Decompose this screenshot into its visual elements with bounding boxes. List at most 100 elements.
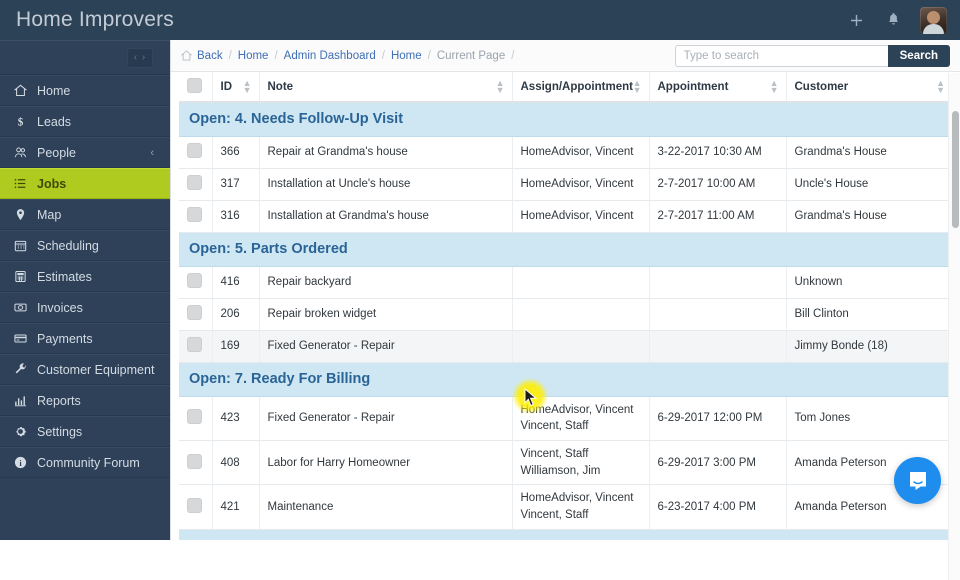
column-header-id[interactable]: ID ▲ ▼	[211, 72, 259, 103]
sidebar-item-estimates[interactable]: Estimates	[0, 261, 170, 292]
table-row[interactable]: 169 Fixed Generator - Repair Jimmy Bonde (…	[179, 330, 952, 363]
breadcrumb-separator: /	[228, 49, 232, 62]
sidebar-item-leads[interactable]: $ Leads	[0, 106, 170, 137]
cell-cust: Uncle's House	[785, 168, 952, 201]
cell-note: Repair at Grandma's house	[258, 136, 512, 169]
cell-id: 317	[211, 168, 259, 201]
group-header-row[interactable]	[179, 528, 952, 540]
cell-appt: 2-7-2017 11:00 AM	[648, 200, 786, 233]
row-checkbox[interactable]	[187, 497, 202, 513]
sidebar-item-label: Customer Equipment	[37, 362, 155, 377]
sidebar-item-label: Scheduling	[37, 238, 99, 253]
list-icon	[12, 177, 29, 190]
breadcrumb-item-back[interactable]: Back	[197, 50, 223, 62]
row-checkbox[interactable]	[187, 305, 202, 320]
bell-icon[interactable]	[883, 10, 903, 30]
main-content: Back / Home / Admin Dashboard / Home / Current P…	[170, 40, 960, 580]
sidebar-item-label: Estimates	[37, 269, 92, 284]
sidebar-item-payments[interactable]: Payments	[0, 323, 170, 354]
wrench-icon	[12, 363, 29, 376]
cell-assign: HomeAdvisor, Vincent Vincent, Staff	[511, 484, 649, 530]
sort-icon[interactable]: ▲ ▼	[936, 78, 945, 94]
sidebar-item-label: Community Forum	[37, 455, 140, 470]
sidebar-item-invoices[interactable]: Invoices	[0, 292, 170, 323]
sidebar-item-community-forum[interactable]: i Community Forum	[0, 447, 170, 478]
table-row[interactable]: 421 Maintenance HomeAdvisor, Vincent Vincen…	[179, 484, 952, 530]
column-header-note[interactable]: Note ▲ ▼	[258, 72, 512, 103]
sidebar-item-reports[interactable]: Reports	[0, 385, 170, 416]
table-row[interactable]: 366 Repair at Grandma's house HomeAdvisor,…	[179, 136, 952, 169]
row-checkbox[interactable]	[187, 409, 202, 425]
dollar-icon: $	[12, 115, 29, 128]
scrollbar-thumb[interactable]	[952, 111, 959, 228]
app-brand-title: Home Improvers	[16, 8, 175, 31]
table-row[interactable]: 408 Labor for Harry Homeowner Vincent, Sta…	[179, 440, 952, 486]
sidebar-item-settings[interactable]: Settings	[0, 416, 170, 447]
breadcrumb-separator: /	[274, 49, 278, 62]
plus-icon[interactable]	[846, 10, 866, 30]
cell-assign: HomeAdvisor, Vincent	[511, 136, 649, 169]
column-header-cust[interactable]: Customer ▲ ▼	[785, 72, 952, 103]
row-checkbox[interactable]	[187, 453, 202, 469]
sidebar-item-jobs[interactable]: Jobs	[0, 168, 170, 199]
row-checkbox[interactable]	[187, 143, 202, 158]
table-row[interactable]: 317 Installation at Uncle's house HomeAdvi…	[179, 168, 952, 201]
home-icon	[12, 84, 29, 97]
sidebar-item-label: Leads	[37, 114, 72, 129]
cell-note: Fixed Generator - Repair	[258, 330, 512, 363]
cell-id: 206	[211, 298, 259, 331]
sidebar-item-label: Jobs	[37, 176, 67, 191]
column-header-check	[179, 72, 212, 103]
group-header-row[interactable]: Open: 7. Ready For Billing	[179, 361, 952, 397]
cell-id: 421	[211, 484, 259, 530]
breadcrumb-item-home[interactable]: Home	[238, 50, 269, 62]
sidebar-item-label: Invoices	[37, 300, 83, 315]
topbar-actions	[846, 6, 960, 34]
chevron-left-icon[interactable]: ‹	[150, 147, 154, 159]
sidebar-collapse-button[interactable]: ‹ ›	[127, 47, 153, 68]
sort-icon[interactable]: ▲ ▼	[633, 78, 642, 94]
sidebar-item-scheduling[interactable]: Scheduling	[0, 230, 170, 261]
avatar[interactable]	[920, 6, 947, 34]
cell-assign	[511, 266, 649, 299]
row-checkbox[interactable]	[187, 207, 202, 222]
table-row[interactable]: 316 Installation at Grandma's house HomeAd…	[179, 200, 952, 233]
breadcrumb-item-current-page: Current Page	[436, 49, 506, 62]
cell-appt	[648, 266, 786, 299]
row-checkbox-cell	[179, 168, 212, 201]
group-header-row[interactable]: Open: 5. Parts Ordered	[179, 231, 952, 267]
search-input[interactable]	[674, 44, 888, 67]
cell-assign	[511, 330, 649, 363]
row-checkbox[interactable]	[187, 175, 202, 190]
breadcrumb: Back / Home / Admin Dashboard / Home / Current P…	[181, 50, 520, 62]
row-checkbox-cell	[179, 484, 212, 530]
sort-icon[interactable]: ▲ ▼	[243, 78, 252, 94]
row-checkbox-cell	[179, 298, 212, 331]
sidebar-item-home[interactable]: Home	[0, 75, 170, 106]
row-checkbox[interactable]	[187, 337, 202, 352]
table-head: ID ▲ ▼ Note ▲ ▼ Assign/Appointment ▲ ▼ Appointmen…	[179, 72, 952, 103]
column-header-appt[interactable]: Appointment ▲ ▼	[648, 72, 786, 103]
table-row[interactable]: 416 Repair backyard Unknown	[179, 266, 952, 299]
sort-icon[interactable]: ▲ ▼	[770, 78, 779, 94]
breadcrumb-item-home[interactable]: Home	[391, 50, 422, 62]
group-header-row[interactable]: Open: 4. Needs Follow-Up Visit	[179, 101, 952, 137]
table-body: Open: 4. Needs Follow-Up Visit 366 Repair …	[179, 101, 952, 540]
sidebar-item-label: People	[37, 145, 76, 160]
top-bar: Home Improvers	[0, 0, 960, 40]
row-checkbox[interactable]	[187, 273, 202, 288]
breadcrumb-separator: /	[381, 49, 385, 62]
sidebar-item-customer-equipment[interactable]: Customer Equipment	[0, 354, 170, 385]
sort-icon[interactable]: ▲ ▼	[496, 78, 505, 94]
row-checkbox-cell	[179, 136, 212, 169]
table-row[interactable]: 423 Fixed Generator - Repair HomeAdvisor, …	[179, 396, 952, 441]
sidebar-item-people[interactable]: People ‹	[0, 137, 170, 168]
sidebar-item-map[interactable]: Map	[0, 199, 170, 230]
vertical-scrollbar[interactable]	[948, 73, 960, 580]
breadcrumb-item-admin-dashboard[interactable]: Admin Dashboard	[284, 50, 376, 62]
table-row[interactable]: 206 Repair broken widget Bill Clinton	[179, 298, 952, 331]
column-header-assign[interactable]: Assign/Appointment ▲ ▼	[511, 72, 649, 103]
chat-bubble-icon[interactable]	[894, 457, 941, 504]
select-all-checkbox[interactable]	[187, 77, 202, 93]
search-button[interactable]: Search	[887, 44, 950, 67]
